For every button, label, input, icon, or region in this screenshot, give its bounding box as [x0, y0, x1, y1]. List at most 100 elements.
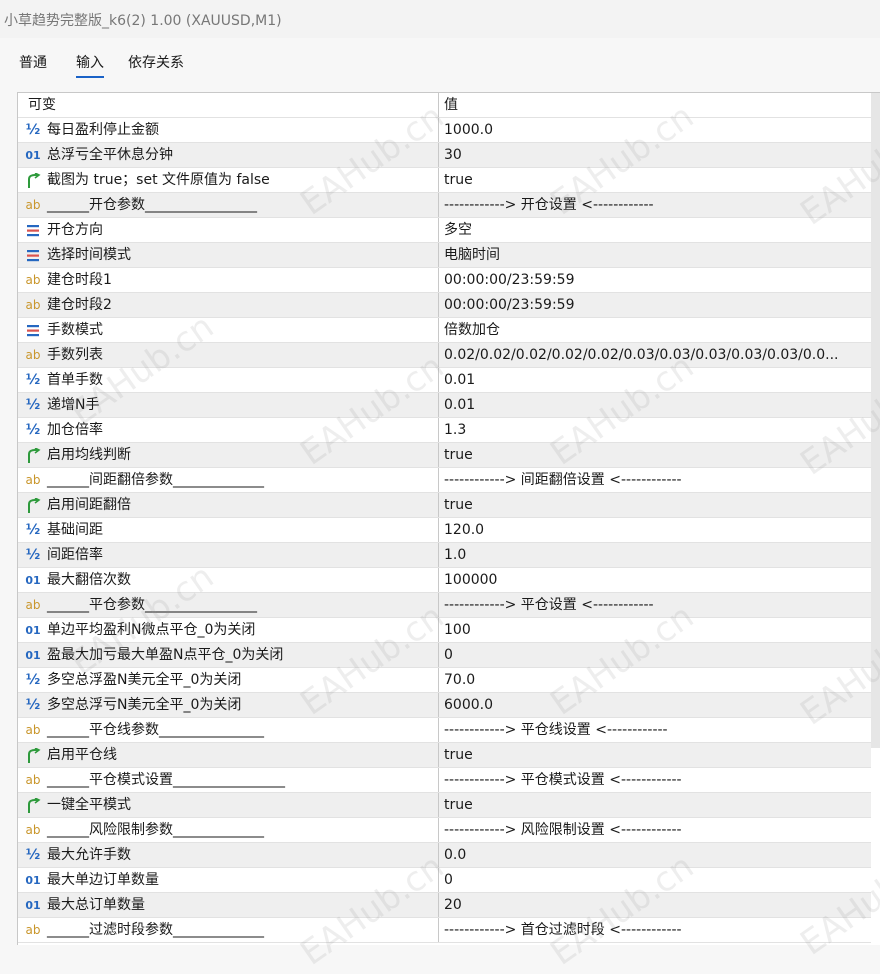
bool-icon [24, 493, 42, 517]
table-row[interactable]: ½ 多空总浮盈N美元全平_0为关闭 70.0 [18, 668, 871, 693]
value-cell[interactable]: true [444, 493, 869, 517]
value-cell[interactable]: 1.3 [444, 418, 869, 442]
tab-dependencies[interactable]: 依存关系 [128, 52, 184, 76]
tab-general[interactable]: 普通 [19, 52, 47, 76]
value-cell[interactable]: 0.0 [444, 843, 869, 867]
string-icon: ab [25, 198, 41, 212]
table-row[interactable]: ab ______平仓参数________________ ------------… [18, 593, 871, 618]
double-icon: ½ [25, 847, 41, 863]
variable-name: 截图为 true；set 文件原值为 false [47, 172, 270, 188]
table-row[interactable]: ab ______风险限制参数_____________ ------------>… [18, 818, 871, 843]
table-row[interactable]: ab 建仓时段2 00:00:00/23:59:59 [18, 293, 871, 318]
value-cell[interactable]: 0.01 [444, 393, 869, 417]
variable-cell: ab ______间距翻倍参数_____________ [18, 468, 439, 492]
table-row[interactable]: 01 单边平均盈利N微点平仓_0为关闭 100 [18, 618, 871, 643]
vertical-scrollbar[interactable] [871, 93, 880, 748]
value-cell[interactable]: 100000 [444, 568, 869, 592]
value-cell[interactable]: 0.01 [444, 368, 869, 392]
bool-icon [24, 793, 42, 817]
variable-name: ______风险限制参数_____________ [47, 822, 264, 838]
value-cell[interactable]: 120.0 [444, 518, 869, 542]
value-cell[interactable]: true [444, 443, 869, 467]
table-row[interactable]: ½ 加仓倍率 1.3 [18, 418, 871, 443]
double-icon: ½ [25, 372, 41, 388]
table-row[interactable]: ½ 多空总浮亏N美元全平_0为关闭 6000.0 [18, 693, 871, 718]
string-icon: ab [25, 723, 41, 737]
value-cell[interactable]: ------------> 开仓设置 <------------ [444, 193, 869, 217]
table-row[interactable]: ab ______平仓线参数_______________ ------------… [18, 718, 871, 743]
variable-cell: 01 盈最大加亏最大单盈N点平仓_0为关闭 [18, 643, 439, 667]
variable-cell: 一键全平模式 [18, 793, 439, 817]
value-cell[interactable]: true [444, 743, 869, 767]
value-cell[interactable]: 00:00:00/23:59:59 [444, 268, 869, 292]
table-header: 可变 值 [18, 93, 871, 118]
value-cell[interactable]: 1.0 [444, 543, 869, 567]
table-row[interactable]: 启用间距翻倍 true [18, 493, 871, 518]
table-row[interactable]: ½ 间距倍率 1.0 [18, 543, 871, 568]
value-cell[interactable]: 电脑时间 [444, 243, 869, 267]
variable-cell: 启用间距翻倍 [18, 493, 439, 517]
table-row[interactable]: ab ______过滤时段参数_____________ ------------>… [18, 918, 871, 943]
table-row[interactable]: ½ 每日盈利停止金额 1000.0 [18, 118, 871, 143]
double-icon: ½ [25, 122, 41, 138]
table-row[interactable]: 选择时间模式 电脑时间 [18, 243, 871, 268]
value-cell[interactable]: 6000.0 [444, 693, 869, 717]
variable-name: 开仓方向 [47, 222, 103, 238]
table-row[interactable]: 启用均线判断 true [18, 443, 871, 468]
column-header-variable[interactable]: 可变 [18, 93, 439, 117]
variable-cell: ½ 递增N手 [18, 393, 439, 417]
variable-name: 总浮亏全平休息分钟 [47, 147, 173, 163]
value-cell[interactable]: 30 [444, 143, 869, 167]
value-cell[interactable]: 0 [444, 868, 869, 892]
value-cell[interactable]: 100 [444, 618, 869, 642]
table-row[interactable]: ab ______间距翻倍参数_____________ ------------>… [18, 468, 871, 493]
value-cell[interactable]: ------------> 间距翻倍设置 <------------ [444, 468, 869, 492]
variable-cell: 开仓方向 [18, 218, 439, 242]
table-row[interactable]: ½ 基础间距 120.0 [18, 518, 871, 543]
value-cell[interactable]: ------------> 平仓线设置 <------------ [444, 718, 869, 742]
value-cell[interactable]: true [444, 793, 869, 817]
string-icon: ab [25, 923, 41, 937]
value-cell[interactable]: 00:00:00/23:59:59 [444, 293, 869, 317]
string-icon: ab [25, 773, 41, 787]
value-cell[interactable]: true [444, 168, 869, 192]
table-row[interactable]: 开仓方向 多空 [18, 218, 871, 243]
table-row[interactable]: ½ 递增N手 0.01 [18, 393, 871, 418]
table-row[interactable]: 一键全平模式 true [18, 793, 871, 818]
column-header-value[interactable]: 值 [444, 93, 869, 117]
table-row[interactable]: ab ______平仓模式设置________________ ----------… [18, 768, 871, 793]
table-row[interactable]: 手数模式 倍数加仓 [18, 318, 871, 343]
table-row[interactable]: ½ 最大允许手数 0.0 [18, 843, 871, 868]
double-icon: ½ [25, 547, 41, 563]
value-cell[interactable]: ------------> 平仓模式设置 <------------ [444, 768, 869, 792]
table-row[interactable]: 01 最大翻倍次数 100000 [18, 568, 871, 593]
table-row[interactable]: ab ______开仓参数________________ ------------… [18, 193, 871, 218]
table-row[interactable]: ab 建仓时段1 00:00:00/23:59:59 [18, 268, 871, 293]
value-cell[interactable]: 20 [444, 893, 869, 917]
variable-name: 建仓时段2 [47, 297, 112, 313]
value-cell[interactable]: 1000.0 [444, 118, 869, 142]
tab-inputs[interactable]: 输入 [76, 52, 104, 78]
value-cell[interactable]: 0.02/0.02/0.02/0.02/0.02/0.03/0.03/0.03/… [444, 343, 869, 367]
table-row[interactable]: 01 最大单边订单数量 0 [18, 868, 871, 893]
variable-name: 选择时间模式 [47, 247, 131, 263]
value-cell[interactable]: 70.0 [444, 668, 869, 692]
value-cell[interactable]: 倍数加仓 [444, 318, 869, 342]
table-row[interactable]: ½ 首单手数 0.01 [18, 368, 871, 393]
variable-cell: 截图为 true；set 文件原值为 false [18, 168, 439, 192]
value-cell[interactable]: 多空 [444, 218, 869, 242]
value-cell[interactable]: ------------> 风险限制设置 <------------ [444, 818, 869, 842]
integer-icon: 01 [25, 649, 41, 662]
value-cell[interactable]: 0 [444, 643, 869, 667]
value-cell[interactable]: ------------> 平仓设置 <------------ [444, 593, 869, 617]
table-row[interactable]: 启用平仓线 true [18, 743, 871, 768]
variable-name: 每日盈利停止金额 [47, 122, 159, 138]
table-row[interactable]: 截图为 true；set 文件原值为 false true [18, 168, 871, 193]
table-row[interactable]: 01 最大总订单数量 20 [18, 893, 871, 918]
table-row[interactable]: 01 盈最大加亏最大单盈N点平仓_0为关闭 0 [18, 643, 871, 668]
string-icon: ab [25, 473, 41, 487]
value-cell[interactable]: ------------> 首仓过滤时段 <------------ [444, 918, 869, 942]
table-row[interactable]: ab 手数列表 0.02/0.02/0.02/0.02/0.02/0.03/0.03… [18, 343, 871, 368]
variable-cell: ½ 最大允许手数 [18, 843, 439, 867]
table-row[interactable]: 01 总浮亏全平休息分钟 30 [18, 143, 871, 168]
